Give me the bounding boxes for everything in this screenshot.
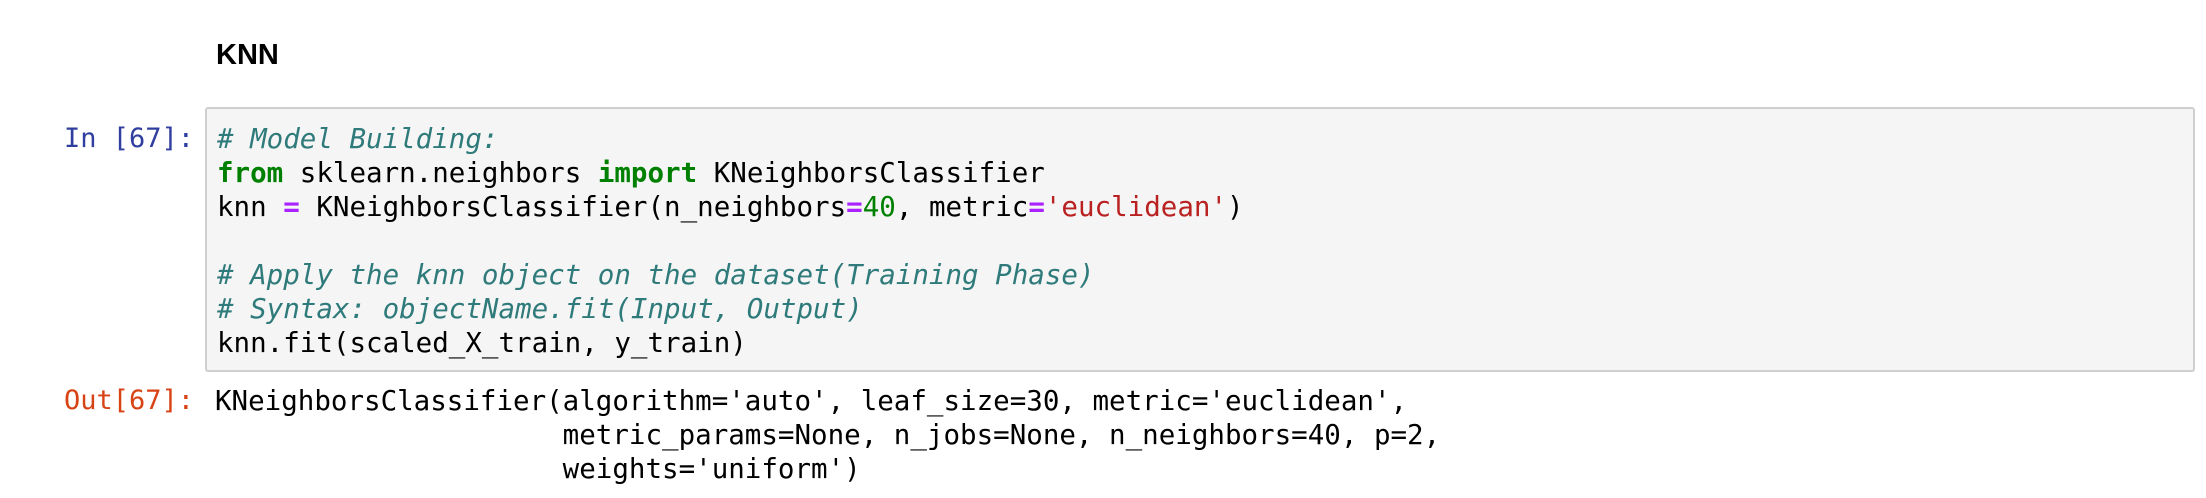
code-operator: =: [1028, 191, 1045, 223]
code-line: # Apply the knn object on the dataset(Tr…: [217, 258, 1244, 292]
output-prompt: Out[67]:: [63, 385, 194, 416]
code-editor[interactable]: # Model Building: from sklearn.neighbors …: [217, 122, 1244, 360]
code-line: # Syntax: objectName.fit(Input, Output): [217, 292, 1244, 326]
code-input-area[interactable]: # Model Building: from sklearn.neighbors …: [205, 107, 2195, 372]
code-text: sklearn.neighbors: [283, 157, 598, 189]
code-line: # Model Building:: [217, 122, 1244, 156]
code-keyword: from: [217, 157, 284, 189]
input-prompt: In [67]:: [63, 123, 194, 154]
code-line: knn = KNeighborsClassifier(n_neighbors=4…: [217, 190, 1244, 224]
code-text: KNeighborsClassifier(n_neighbors: [299, 191, 847, 223]
output-line: weights='uniform'): [215, 453, 861, 485]
code-text: ): [1227, 191, 1244, 223]
code-operator: =: [283, 191, 300, 223]
code-line: from sklearn.neighbors import KNeighbors…: [217, 156, 1244, 190]
output-line: metric_params=None, n_jobs=None, n_neigh…: [215, 419, 1441, 451]
code-text: , metric: [895, 191, 1029, 223]
code-line: knn.fit(scaled_X_train, y_train): [217, 326, 1244, 360]
code-text: knn.fit(scaled_X_train, y_train): [217, 327, 747, 359]
code-keyword: import: [597, 157, 698, 189]
cell-output: KNeighborsClassifier(algorithm='auto', l…: [215, 384, 1440, 486]
code-number: 40: [862, 191, 896, 223]
code-comment: # Model Building:: [217, 123, 499, 155]
code-comment: # Syntax: objectName.fit(Input, Output): [217, 293, 863, 325]
cell-heading: KNN: [216, 39, 279, 71]
code-text: KNeighborsClassifier: [697, 157, 1045, 189]
code-string: 'euclidean': [1044, 191, 1227, 223]
output-line: KNeighborsClassifier(algorithm='auto', l…: [215, 385, 1408, 417]
code-operator: =: [846, 191, 863, 223]
code-comment: # Apply the knn object on the dataset(Tr…: [217, 259, 1095, 291]
code-text: knn: [217, 191, 284, 223]
